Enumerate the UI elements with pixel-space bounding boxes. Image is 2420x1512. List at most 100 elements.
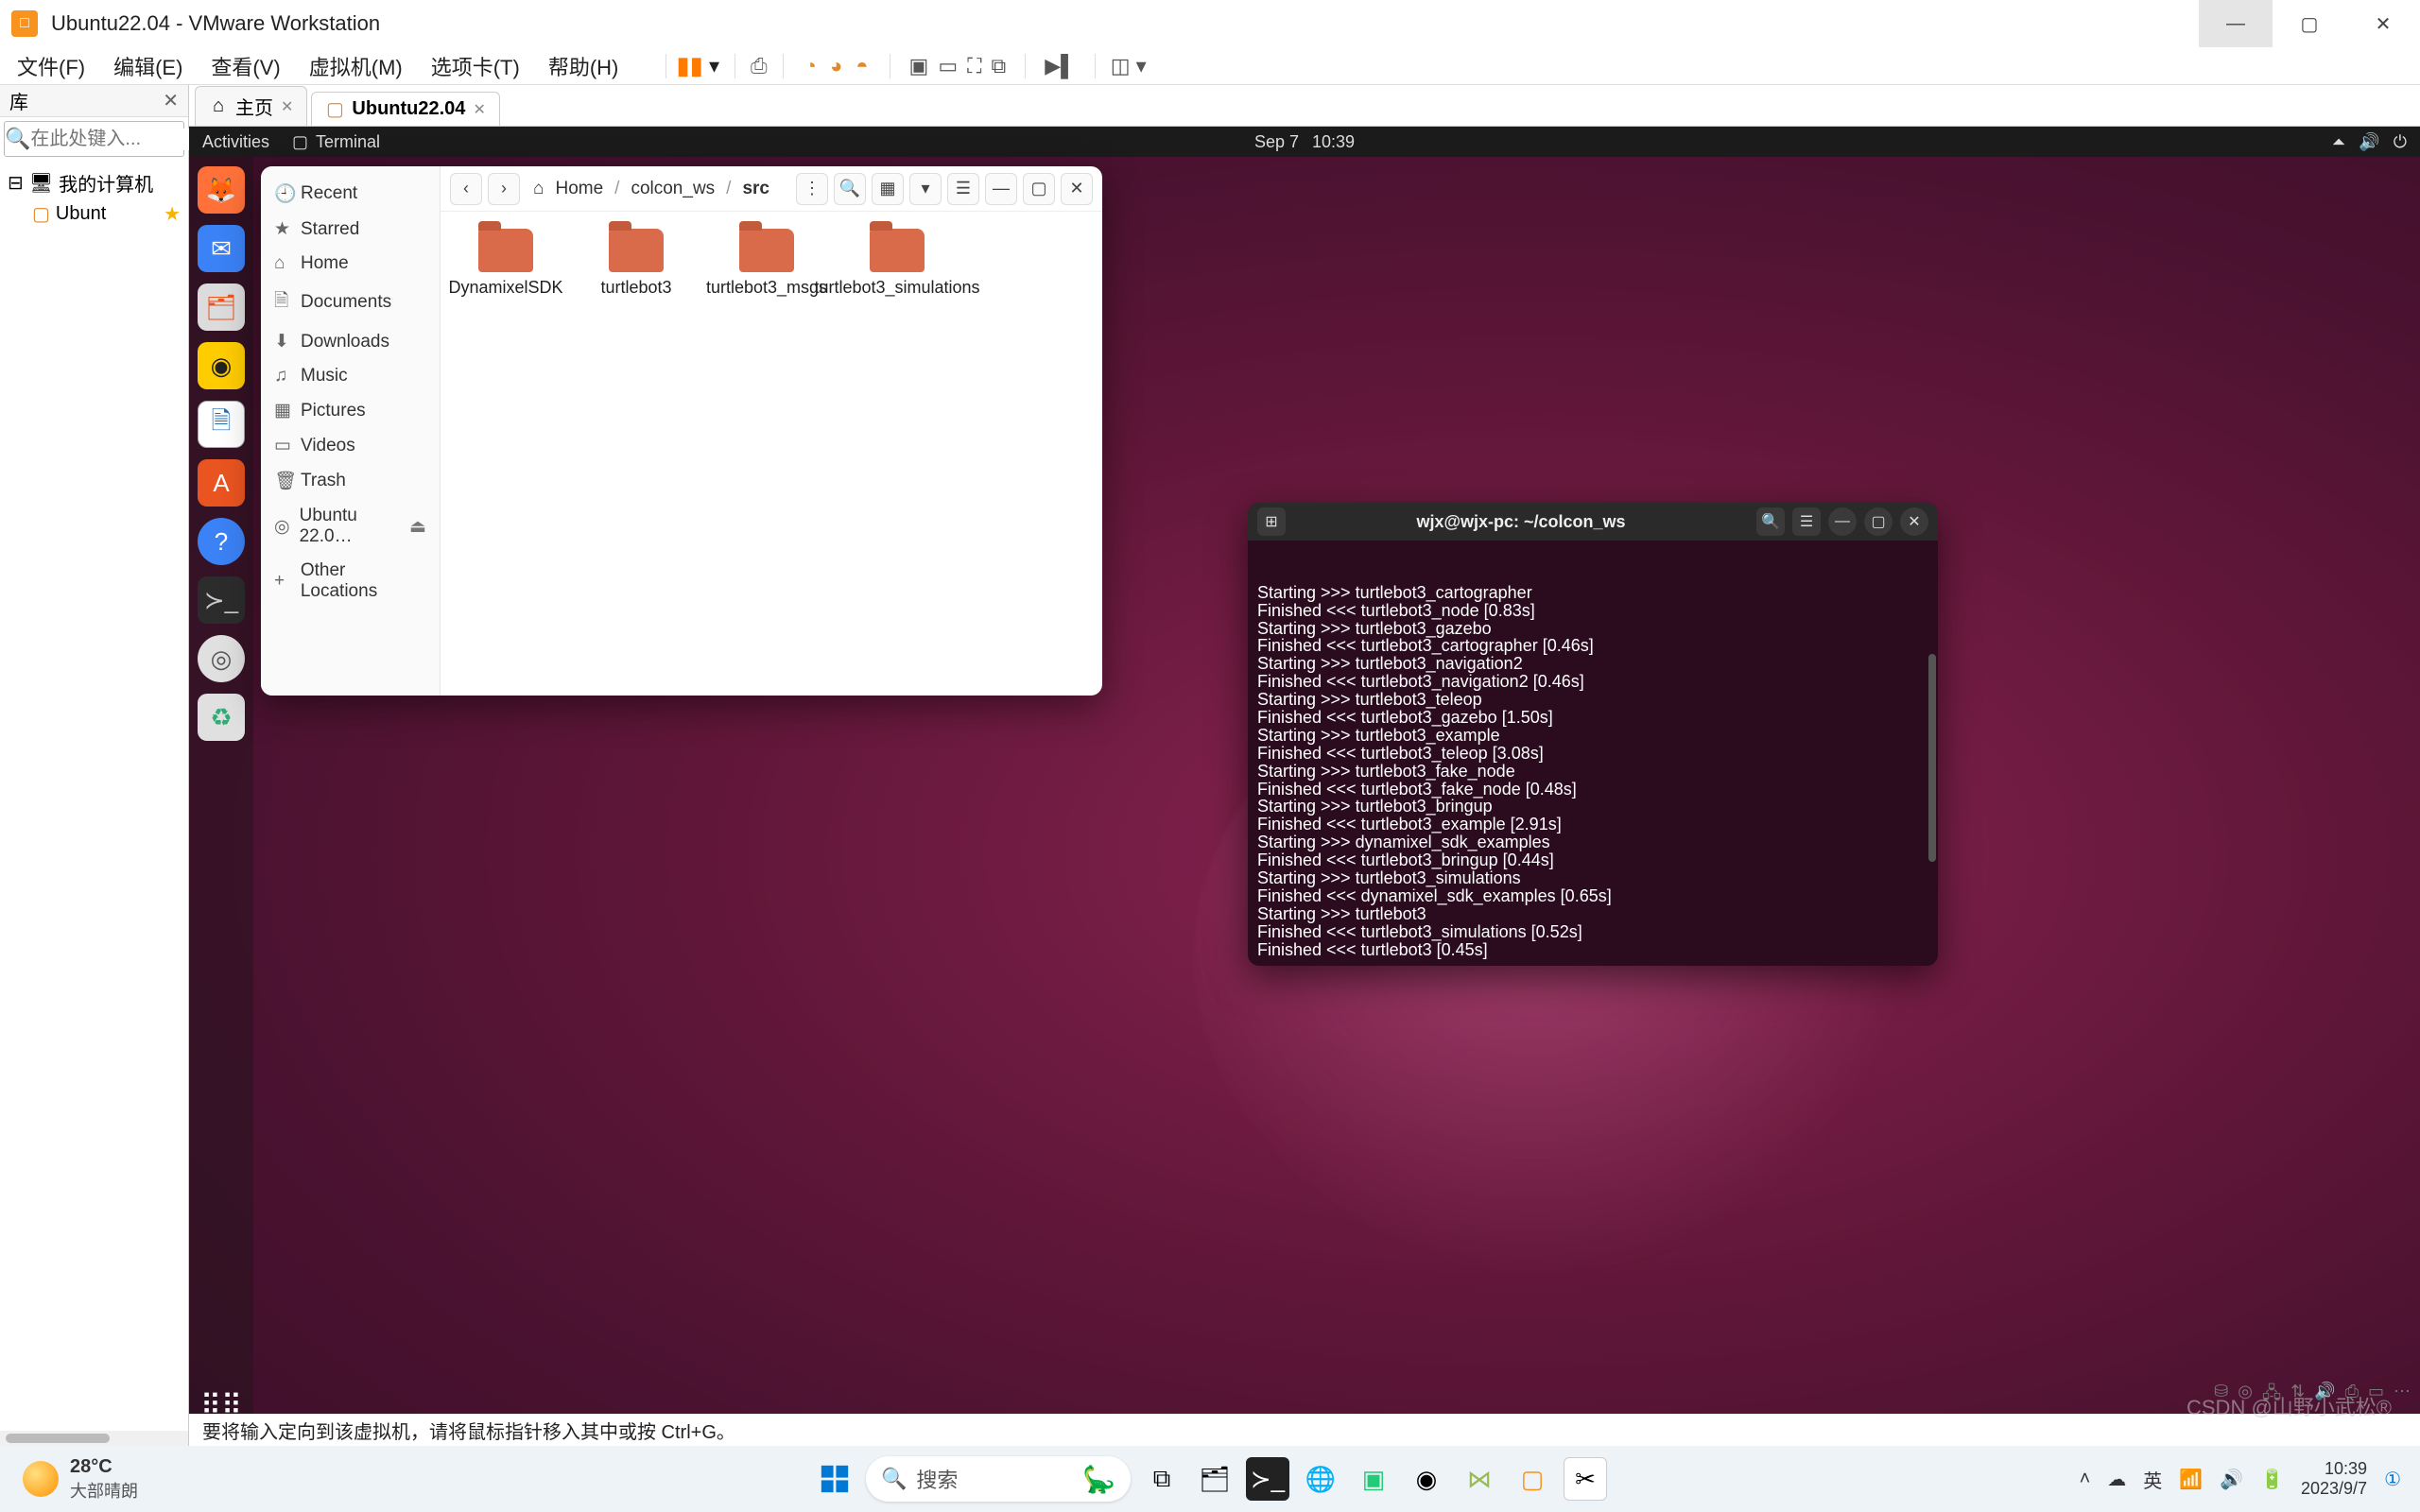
unity-icon[interactable]: ⧉ xyxy=(992,54,1007,78)
activities-button[interactable]: Activities xyxy=(202,132,269,152)
terminal-body[interactable]: Starting >>> turtlebot3_cartographer Fin… xyxy=(1248,541,1938,966)
sidebar-other-locations[interactable]: +Other Locations xyxy=(261,554,440,609)
files-content[interactable]: DynamixelSDK turtlebot3 turtlebot3_msgs tur… xyxy=(441,212,1102,696)
view-layout1-icon[interactable]: ▣ xyxy=(909,54,929,78)
taskbar-explorer[interactable]: 🗂 xyxy=(1193,1457,1236,1501)
taskbar-vs[interactable]: ⋈ xyxy=(1458,1457,1501,1501)
tray-ime[interactable]: 英 xyxy=(2143,1466,2162,1493)
topbar-app-indicator[interactable]: ▢ Terminal xyxy=(292,132,380,152)
menu-view[interactable]: 查看(V) xyxy=(211,51,280,81)
window-minimize-button[interactable]: — xyxy=(2199,0,2273,47)
taskbar-edge[interactable]: 🌐 xyxy=(1299,1457,1342,1501)
menu-tabs[interactable]: 选项卡(T) xyxy=(431,51,520,81)
terminal-search-button[interactable]: 🔍 xyxy=(1756,507,1785,536)
pause-icon[interactable]: ▮▮ xyxy=(676,51,703,80)
window-close-button[interactable]: ✕ xyxy=(2346,0,2420,47)
topbar-time[interactable]: 10:39 xyxy=(1312,132,1355,152)
topbar-date[interactable]: Sep 7 xyxy=(1254,132,1299,152)
taskbar-search[interactable]: 🔍 搜索 🦕 xyxy=(866,1456,1131,1502)
volume-icon[interactable]: 🔊 xyxy=(2359,132,2379,152)
tray-notifications-icon[interactable]: ① xyxy=(2384,1468,2401,1491)
library-close-icon[interactable]: ✕ xyxy=(163,89,179,112)
menu-help[interactable]: 帮助(H) xyxy=(548,51,619,81)
tab-home[interactable]: ⌂ 主页 ✕ xyxy=(195,86,307,126)
new-tab-button[interactable]: ⊞ xyxy=(1257,507,1286,536)
sidebar-item[interactable]: ⬇Downloads xyxy=(261,324,440,359)
tray-wifi-icon[interactable]: 📶 xyxy=(2179,1468,2203,1491)
dock-firefox[interactable]: 🦊 xyxy=(198,166,245,214)
sidebar-item[interactable]: ♫Music xyxy=(261,359,440,393)
terminal-minimize-button[interactable]: — xyxy=(1828,507,1857,536)
window-minimize-button[interactable]: — xyxy=(985,173,1017,205)
menu-edit[interactable]: 编辑(E) xyxy=(113,51,182,81)
search-button[interactable]: 🔍 xyxy=(834,173,866,205)
taskbar-weather[interactable]: 28°C 大部晴朗 xyxy=(0,1456,138,1503)
eject-icon[interactable]: ⏏ xyxy=(409,516,426,538)
more-options-icon[interactable]: ⋮ xyxy=(796,173,828,205)
tray-clock[interactable]: 10:39 2023/9/7 xyxy=(2301,1459,2367,1498)
view-options-icon[interactable]: ▾ xyxy=(909,173,942,205)
nav-forward-button[interactable]: › xyxy=(488,173,520,205)
menu-vm[interactable]: 虚拟机(M) xyxy=(309,51,403,81)
guest-display[interactable]: Activities ▢ Terminal Sep 7 10:39 ⏶ 🔊 ⏻ … xyxy=(189,127,2420,1446)
tray-onedrive-icon[interactable]: ☁ xyxy=(2107,1468,2126,1491)
sidebar-item[interactable]: ▭Videos xyxy=(261,428,440,463)
folder-item[interactable]: turtlebot3 xyxy=(584,229,688,298)
dock-terminal[interactable]: ≻_ xyxy=(198,576,245,624)
console-icon[interactable]: ▶▌ xyxy=(1045,54,1076,78)
snapshot-icon[interactable]: ◔ xyxy=(804,54,817,78)
stretch-icon[interactable]: ◫ ▾ xyxy=(1111,54,1147,78)
tree-root[interactable]: ⊟ 🖥 我的计算机 xyxy=(6,166,182,199)
view-layout2-icon[interactable]: ▭ xyxy=(938,54,958,78)
folder-item[interactable]: DynamixelSDK xyxy=(454,229,558,298)
hamburger-menu-icon[interactable]: ☰ xyxy=(947,173,979,205)
taskbar-snip[interactable]: ✂ xyxy=(1564,1457,1607,1501)
power-dropdown-icon[interactable]: ▾ xyxy=(709,54,719,78)
dock-writer[interactable]: 🗎 xyxy=(198,401,245,448)
window-maximize-button[interactable]: ▢ xyxy=(1023,173,1055,205)
sidebar-mount[interactable]: ◎Ubuntu 22.0…⏏ xyxy=(261,499,440,554)
snapshot-manager-icon[interactable]: ◓ xyxy=(856,54,868,78)
dock-trash[interactable]: ♻ xyxy=(198,694,245,741)
window-maximize-button[interactable]: ▢ xyxy=(2273,0,2346,47)
terminal-scrollbar[interactable] xyxy=(1928,654,1936,862)
terminal-maximize-button[interactable]: ▢ xyxy=(1864,507,1893,536)
power-icon[interactable]: ⏻ xyxy=(2394,132,2407,152)
taskbar-chrome[interactable]: ◉ xyxy=(1405,1457,1448,1501)
terminal-close-button[interactable]: ✕ xyxy=(1900,507,1928,536)
sidebar-item[interactable]: 🕘Recent xyxy=(261,176,440,212)
folder-item[interactable]: turtlebot3_simulations xyxy=(845,229,949,298)
dock-thunderbird[interactable]: ✉ xyxy=(198,225,245,272)
terminal-menu-button[interactable]: ☰ xyxy=(1792,507,1821,536)
tree-vm-item[interactable]: ▢ Ubunt ★ xyxy=(6,199,182,229)
network-icon[interactable]: ⏶ xyxy=(2332,132,2345,152)
dock-rhythmbox[interactable]: ◉ xyxy=(198,342,245,389)
taskbar-app1[interactable]: ▣ xyxy=(1352,1457,1395,1501)
tray-volume-icon[interactable]: 🔊 xyxy=(2220,1468,2243,1491)
menu-file[interactable]: 文件(F) xyxy=(17,51,85,81)
tab-close-icon[interactable]: ✕ xyxy=(473,100,485,119)
sidebar-item[interactable]: 🗎Documents xyxy=(261,281,440,324)
window-close-button[interactable]: ✕ xyxy=(1061,173,1093,205)
tab-close-icon[interactable]: ✕ xyxy=(281,97,293,116)
sidebar-item[interactable]: ▦Pictures xyxy=(261,393,440,428)
dock-help[interactable]: ? xyxy=(198,518,245,565)
taskbar-terminal[interactable]: ≻_ xyxy=(1246,1457,1289,1501)
dock-disc[interactable]: ◎ xyxy=(198,635,245,682)
send-cad-icon[interactable]: ⎙ xyxy=(751,54,768,78)
sidebar-item[interactable]: ⌂Home xyxy=(261,247,440,281)
dock-files[interactable]: 🗂 xyxy=(198,284,245,331)
sidebar-item[interactable]: 🗑Trash xyxy=(261,463,440,499)
tray-chevron-icon[interactable]: ˄ xyxy=(2080,1469,2091,1490)
snapshot-revert-icon[interactable]: ◕ xyxy=(830,54,842,78)
path-bar[interactable]: ⌂ Home / colcon_ws / src xyxy=(526,175,790,203)
dock-software[interactable]: A xyxy=(198,459,245,507)
taskbar-vmware[interactable]: ▢ xyxy=(1511,1457,1554,1501)
library-scrollbar[interactable] xyxy=(0,1431,188,1446)
sidebar-item[interactable]: ★Starred xyxy=(261,212,440,247)
tab-ubuntu[interactable]: ▢ Ubuntu22.04 ✕ xyxy=(311,92,499,126)
grid-view-icon[interactable]: ▦ xyxy=(872,173,904,205)
task-view-icon[interactable]: ⧉ xyxy=(1140,1457,1184,1501)
tray-battery-icon[interactable]: 🔋 xyxy=(2260,1468,2284,1491)
folder-item[interactable]: turtlebot3_msgs xyxy=(715,229,819,298)
